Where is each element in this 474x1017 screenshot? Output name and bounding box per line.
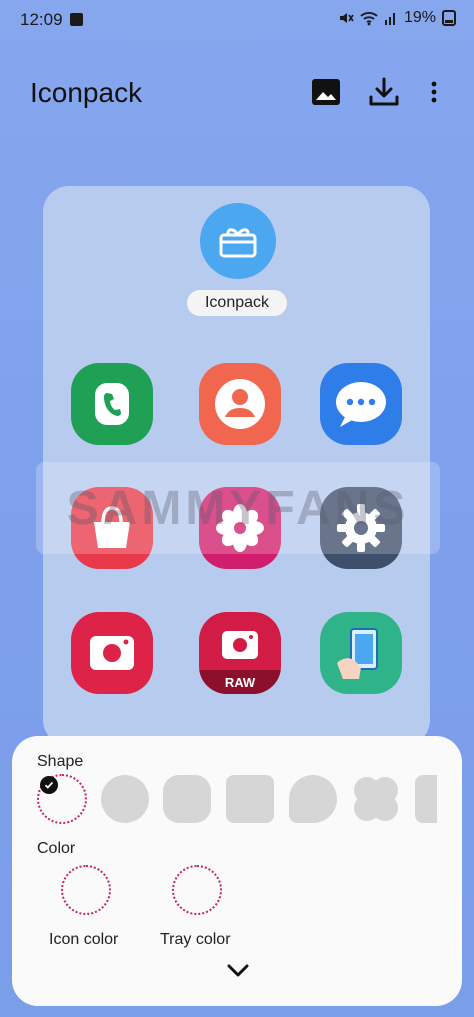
- person-icon: [215, 379, 265, 429]
- download-button[interactable]: [366, 74, 402, 110]
- more-options-button[interactable]: [416, 74, 452, 110]
- phone-icon: [95, 383, 129, 425]
- screen-app-icon[interactable]: [320, 612, 402, 694]
- gallery-notification-icon: [70, 13, 83, 26]
- camera-app-icon[interactable]: [71, 612, 153, 694]
- raw-camera-app-icon[interactable]: RAW: [199, 612, 281, 694]
- page-title: Iconpack: [30, 77, 143, 108]
- signal-icon: [384, 13, 395, 25]
- chat-bubble-icon: [336, 382, 386, 427]
- shape-option-squircle[interactable]: [163, 775, 211, 823]
- wifi-icon: [360, 12, 378, 26]
- camera-icon: [90, 636, 134, 670]
- selected-check-icon: [40, 776, 58, 794]
- watermark: SAMMYFANS: [36, 462, 440, 554]
- battery-icon: [442, 10, 456, 26]
- chevron-down-icon: [227, 964, 249, 977]
- contacts-app-icon[interactable]: [199, 363, 281, 445]
- status-bar: 12:09 19%: [0, 0, 474, 40]
- gift-icon: [219, 228, 257, 258]
- raw-badge: RAW: [199, 670, 281, 694]
- iconpack-app-label: Iconpack: [187, 290, 287, 316]
- shape-option-rounded-square[interactable]: [226, 775, 274, 823]
- camera-icon: [222, 631, 258, 659]
- icon-color-swatch[interactable]: [61, 865, 111, 915]
- shape-option-round[interactable]: [101, 775, 149, 823]
- shape-option-leaf[interactable]: [289, 775, 337, 823]
- tray-color-label: Tray color: [160, 931, 231, 948]
- messages-app-icon[interactable]: [320, 363, 402, 445]
- battery-percent: 19%: [403, 9, 436, 26]
- icon-color-label: Icon color: [49, 931, 119, 948]
- shape-option-partial[interactable]: [415, 775, 437, 823]
- iconpack-app-icon[interactable]: [200, 203, 276, 279]
- more-vert-icon: [431, 81, 437, 103]
- mute-icon: [339, 13, 354, 23]
- image-icon: [312, 79, 340, 105]
- download-icon: [369, 77, 399, 106]
- color-label: Color: [37, 840, 76, 857]
- status-right: 19%: [338, 9, 456, 27]
- hand-phone-icon: [337, 628, 378, 679]
- collapse-sheet-button[interactable]: [224, 960, 252, 982]
- shape-option-flower[interactable]: [352, 775, 400, 823]
- phone-app-icon[interactable]: [71, 363, 153, 445]
- status-time: 12:09: [20, 10, 63, 29]
- shape-label: Shape: [37, 753, 84, 770]
- tray-color-swatch[interactable]: [172, 865, 222, 915]
- wallpaper-button[interactable]: [308, 74, 344, 110]
